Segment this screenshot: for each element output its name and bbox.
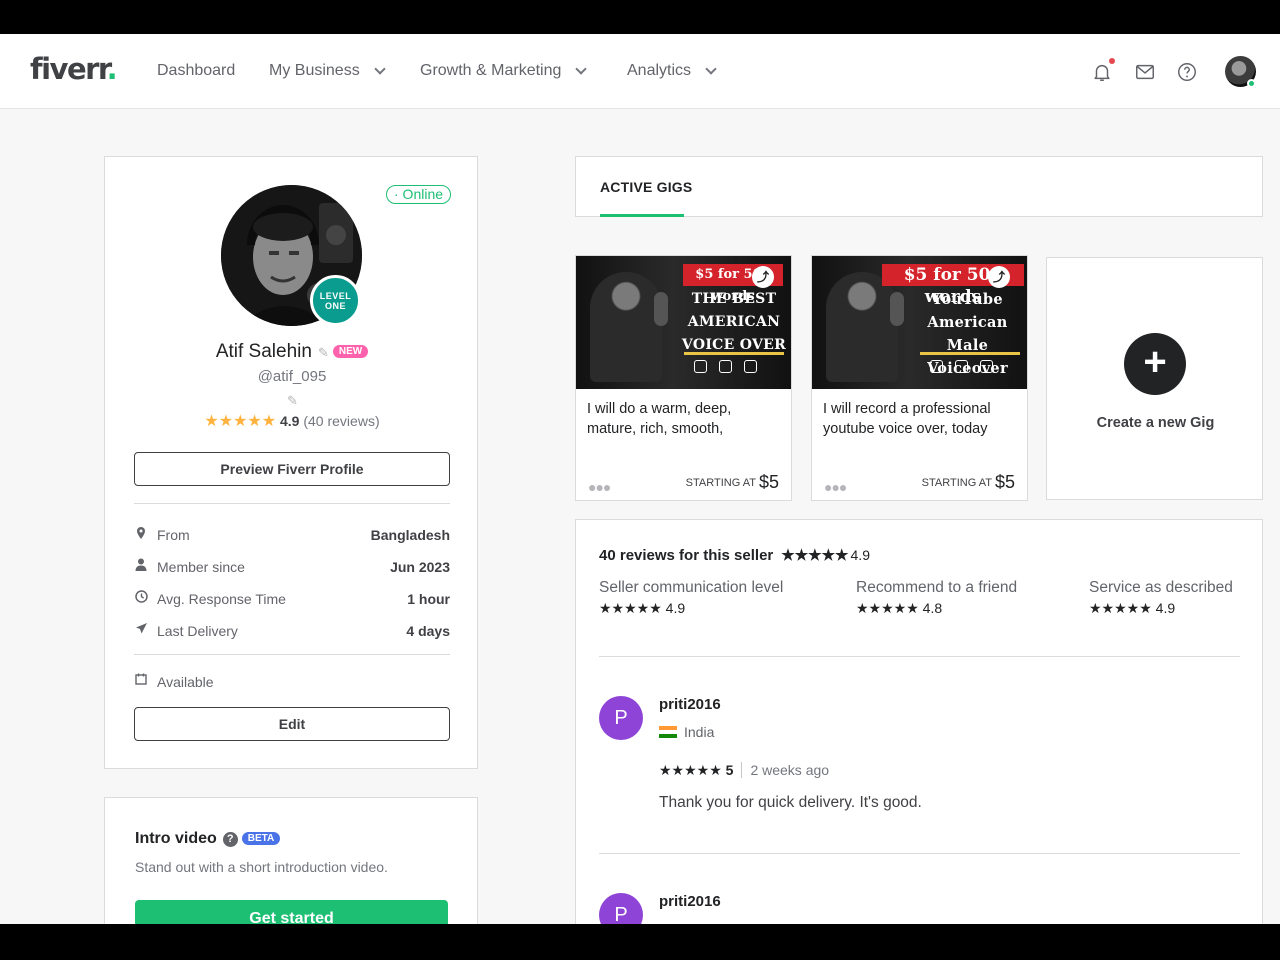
star-rating-icon: ★★★★★ (204, 413, 277, 430)
top-navigation-bar: fiverr. Dashboard My Business Growth & M… (0, 34, 1280, 109)
send-icon (134, 622, 148, 638)
gig-feature-icons (930, 360, 993, 373)
chevron-down-icon (575, 63, 588, 75)
user-icon (134, 558, 148, 574)
reviewer-avatar[interactable]: P (599, 893, 643, 924)
sub-rating-recommend: Recommend to a friend ★★★★★ 4.8 (856, 579, 1018, 616)
divider (599, 853, 1240, 854)
profile-card: · Online LEVEL ONE Atif Salehin ✎ NEW @atif… (104, 156, 478, 769)
location-pin-icon (134, 526, 148, 543)
star-rating-icon: ★★★★★ (856, 600, 919, 616)
more-options-icon[interactable]: ●●● (588, 479, 611, 495)
sub-rating-communication: Seller communication level ★★★★★ 4.9 (599, 579, 784, 616)
notification-dot (1109, 58, 1115, 64)
gig-card[interactable]: $5 for 500 words YouTube American Male V… (811, 255, 1028, 501)
divider (599, 656, 1240, 657)
profile-rating: ★★★★★ 4.9 (40 reviews) (204, 413, 380, 430)
gig-price: STARTING AT $5 (685, 472, 779, 492)
preview-profile-button[interactable]: Preview Fiverr Profile (134, 452, 450, 486)
reviewer-avatar[interactable]: P (599, 696, 643, 740)
gigs-tabs: ACTIVE GIGS (575, 156, 1263, 217)
plus-icon[interactable]: + (1124, 333, 1186, 395)
online-status-badge: · Online (386, 185, 452, 204)
nav-growth-marketing[interactable]: Growth & Marketing (420, 62, 588, 80)
sub-rating-service: Service as described ★★★★★ 4.9 (1089, 579, 1233, 616)
gig-feature-icons (694, 360, 757, 373)
reviews-section: 40 reviews for this seller ★★★★★ 4.9 Selle… (575, 519, 1263, 924)
reviewer-country: India (659, 724, 714, 740)
gig-card[interactable]: $5 for 500 words THE BEST AMERICAN VOICE… (575, 255, 792, 501)
star-rating-icon: ★★★★★ (659, 762, 722, 778)
gig-title[interactable]: I will do a warm, deep, mature, rich, sm… (587, 399, 783, 439)
india-flag-icon (659, 726, 677, 738)
profile-handle: @atif_095 (257, 368, 327, 385)
reviewer-name[interactable]: priti2016 (659, 893, 721, 910)
mail-icon[interactable] (1134, 61, 1156, 83)
edit-name-pencil-icon[interactable]: ✎ (318, 345, 329, 361)
review-text: Thank you for quick delivery. It's good. (659, 794, 922, 811)
gig-banner-strip (684, 352, 784, 355)
get-started-button[interactable]: Get started (135, 900, 448, 924)
calendar-icon (134, 673, 148, 688)
intro-video-card: Intro video? BETA Stand out with a short … (104, 797, 478, 924)
fiverr-logo[interactable]: fiverr. (30, 52, 118, 86)
help-icon[interactable]: ? (222, 832, 238, 847)
microphone-graphic (890, 292, 904, 326)
divider (134, 503, 450, 504)
intro-video-title: Intro video? BETA (135, 830, 281, 848)
review-rating: ★★★★★ 52 weeks ago (659, 762, 830, 778)
tab-active-gigs[interactable]: ACTIVE GIGS (600, 179, 692, 195)
nav-analytics[interactable]: Analytics (627, 62, 717, 80)
star-rating-icon: ★★★★★ (781, 547, 849, 564)
star-rating-icon: ★★★★★ (1089, 600, 1152, 616)
star-rating-icon: ★★★★★ (599, 600, 662, 616)
reviewer-name[interactable]: priti2016 (659, 696, 721, 713)
share-icon[interactable]: ⤴ (988, 266, 1010, 288)
active-tab-underline (600, 214, 684, 217)
gig-banner-strip (920, 352, 1020, 355)
gig-photo (590, 272, 662, 382)
intro-video-subtitle: Stand out with a short introduction vide… (135, 859, 388, 875)
window-bottom-edge (0, 924, 1280, 960)
seller-name: Atif Salehin (215, 341, 312, 362)
viewport: fiverr. Dashboard My Business Growth & M… (0, 34, 1280, 924)
more-options-icon[interactable]: ●●● (824, 479, 847, 495)
online-indicator (1247, 79, 1256, 88)
gig-headline: THE BEST AMERICAN VOICE OVER (681, 291, 787, 353)
chevron-down-icon (705, 63, 717, 75)
reviews-heading: 40 reviews for this seller ★★★★★ 4.9 (599, 547, 870, 564)
bell-icon[interactable] (1091, 61, 1113, 83)
seller-level-badge: LEVEL ONE (310, 275, 361, 326)
beta-badge: BETA (241, 832, 281, 845)
create-gig-label[interactable]: Create a new Gig (1047, 415, 1264, 431)
clock-icon (134, 590, 148, 606)
gig-thumbnail[interactable]: $5 for 500 words YouTube American Male V… (812, 256, 1027, 389)
profile-name: Atif Salehin ✎ NEW (105, 341, 479, 363)
gig-thumbnail[interactable]: $5 for 500 words THE BEST AMERICAN VOICE… (576, 256, 791, 389)
edit-button[interactable]: Edit (134, 707, 450, 741)
nav-my-business[interactable]: My Business (269, 62, 386, 80)
gig-price: STARTING AT $5 (921, 472, 1015, 492)
gig-photo (826, 272, 898, 382)
new-seller-badge: NEW (332, 345, 369, 358)
create-gig-card[interactable]: + Create a new Gig (1046, 257, 1263, 500)
microphone-graphic (654, 292, 668, 326)
edit-tagline-pencil-icon[interactable]: ✎ (287, 393, 298, 409)
chevron-down-icon (374, 63, 386, 75)
nav-dashboard[interactable]: Dashboard (157, 62, 235, 80)
divider (134, 654, 450, 655)
gig-title[interactable]: I will record a professional youtube voi… (823, 399, 1019, 439)
share-icon[interactable]: ⤴ (752, 266, 774, 288)
help-icon[interactable] (1176, 61, 1198, 83)
